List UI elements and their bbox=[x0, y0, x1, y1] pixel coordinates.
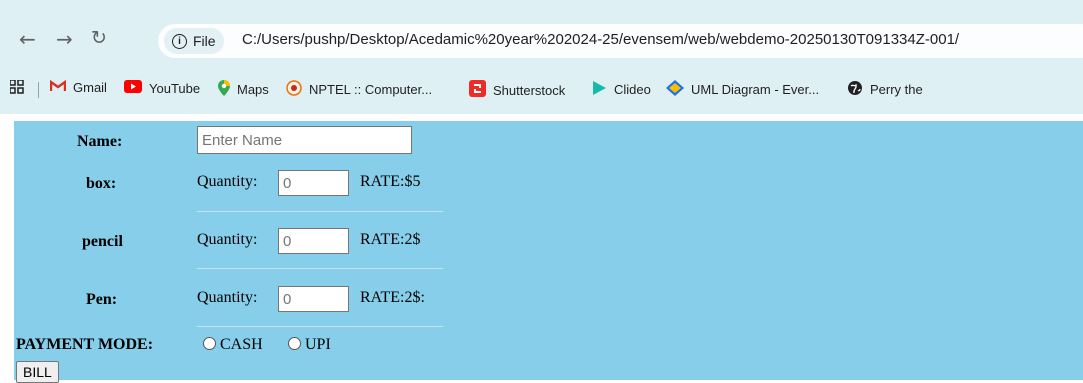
bookmark-label: Clideo bbox=[614, 82, 651, 97]
bookmark-perry[interactable]: Perry the bbox=[847, 80, 923, 99]
forward-arrow-icon[interactable]: → bbox=[56, 29, 73, 49]
maps-icon bbox=[218, 80, 230, 99]
bookmark-youtube[interactable]: YouTube bbox=[124, 80, 200, 96]
info-icon: i bbox=[172, 33, 187, 49]
bookmark-label: Gmail bbox=[73, 80, 107, 95]
bookmarks-divider bbox=[38, 82, 39, 98]
bookmark-shutterstock[interactable]: Shutterstock bbox=[469, 80, 565, 100]
rate-label-pen: RATE:2$: bbox=[360, 289, 425, 306]
quantity-input-pen[interactable] bbox=[278, 286, 349, 312]
site-info-chip[interactable]: i File bbox=[164, 28, 224, 54]
bookmark-maps[interactable]: Maps bbox=[218, 80, 269, 99]
name-input[interactable] bbox=[197, 126, 412, 154]
cash-radio[interactable] bbox=[203, 337, 216, 350]
quantity-input-pencil[interactable] bbox=[278, 228, 349, 254]
bookmark-label: YouTube bbox=[149, 80, 201, 96]
uml-icon bbox=[666, 80, 684, 99]
bookmark-label: Shutterstock bbox=[493, 82, 566, 98]
back-arrow-icon[interactable]: ← bbox=[19, 29, 36, 49]
payment-mode-label: PAYMENT MODE: bbox=[16, 336, 154, 353]
name-label: Name: bbox=[77, 133, 123, 150]
payment-option-upi[interactable]: UPI bbox=[288, 336, 331, 354]
bookmark-uml-diagram[interactable]: UML Diagram - Ever... bbox=[666, 80, 819, 99]
url-text[interactable]: C:/Users/pushp/Desktop/Acedamic%20year%2… bbox=[242, 31, 959, 48]
reload-icon[interactable]: ↻ bbox=[91, 29, 107, 48]
browser-chrome: ← → ↻ i File C:/Users/pushp/Desktop/Aced… bbox=[0, 0, 1083, 114]
bookmark-label: UML Diagram - Ever... bbox=[691, 82, 820, 97]
item-label-pencil: pencil bbox=[82, 233, 123, 250]
rate-label-pencil: RATE:2$ bbox=[360, 231, 421, 248]
bookmarks-bar: Gmail YouTube Maps NPTEL :: Computer... … bbox=[0, 74, 1083, 104]
row-divider bbox=[197, 326, 443, 327]
youtube-icon bbox=[124, 80, 142, 96]
bookmark-clideo[interactable]: Clideo bbox=[592, 80, 651, 99]
apps-grid-icon[interactable] bbox=[10, 80, 24, 94]
cash-radio-label: CASH bbox=[220, 336, 263, 353]
bookmark-nptel[interactable]: NPTEL :: Computer... bbox=[286, 80, 432, 99]
file-chip-label: File bbox=[193, 33, 216, 49]
payment-option-cash[interactable]: CASH bbox=[203, 336, 263, 354]
rate-label-box: RATE:$5 bbox=[360, 173, 421, 190]
quantity-label: Quantity: bbox=[197, 173, 258, 190]
order-form-page: Name: box: Quantity: RATE:$5 pencil Quan… bbox=[14, 121, 1083, 383]
bookmark-gmail[interactable]: Gmail bbox=[49, 79, 107, 95]
clideo-icon bbox=[592, 80, 607, 99]
item-label-pen: Pen: bbox=[86, 291, 118, 308]
bookmark-label: Maps bbox=[237, 82, 269, 97]
quantity-label: Quantity: bbox=[197, 289, 258, 306]
upi-radio[interactable] bbox=[288, 337, 301, 350]
shutterstock-icon bbox=[469, 80, 486, 100]
item-label-box: box: bbox=[86, 175, 117, 192]
bookmark-label: Perry the bbox=[870, 82, 923, 97]
gmail-icon bbox=[49, 79, 67, 95]
row-divider bbox=[197, 211, 443, 212]
quantity-input-box[interactable] bbox=[278, 170, 349, 196]
upi-radio-label: UPI bbox=[305, 336, 331, 353]
bookmark-label: NPTEL :: Computer... bbox=[309, 82, 433, 97]
globe-icon bbox=[847, 80, 863, 99]
nptel-icon bbox=[286, 80, 302, 99]
address-bar[interactable]: i File C:/Users/pushp/Desktop/Acedamic%2… bbox=[158, 24, 1083, 58]
row-divider bbox=[197, 268, 443, 269]
quantity-label: Quantity: bbox=[197, 231, 258, 248]
